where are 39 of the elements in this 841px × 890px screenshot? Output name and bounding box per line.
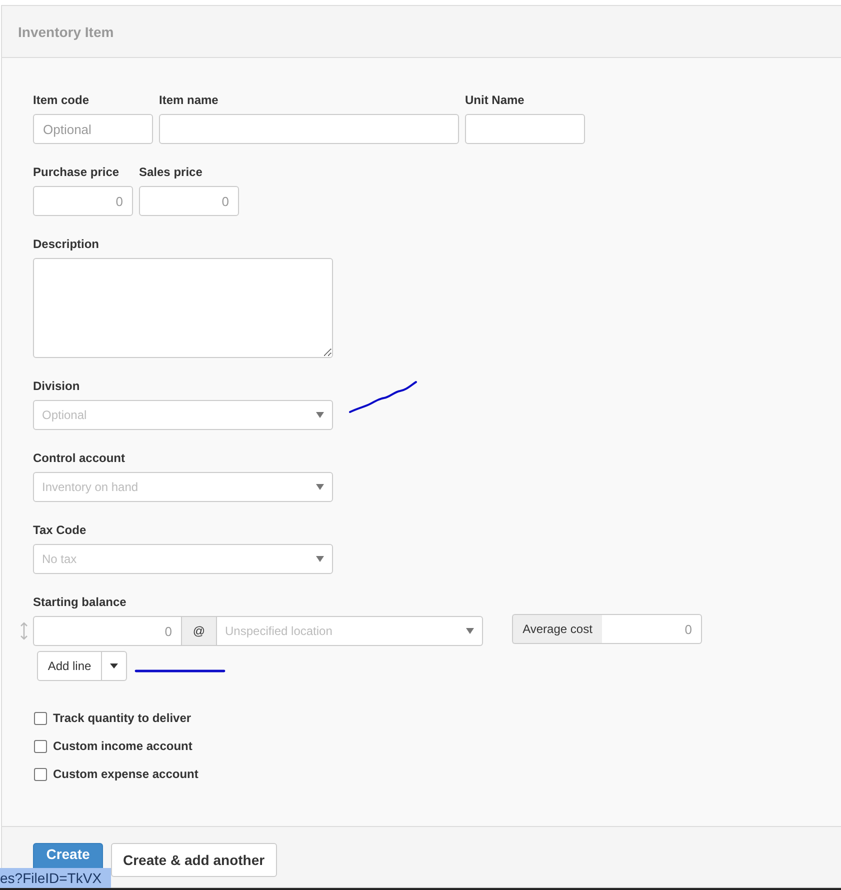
at-addon: @: [181, 616, 217, 646]
create-another-button[interactable]: Create & add another: [111, 843, 277, 877]
field-label: Control account: [33, 450, 126, 466]
checkbox[interactable]: [34, 768, 47, 780]
price-field[interactable]: 0: [33, 186, 133, 216]
caret-down-icon: [110, 663, 118, 669]
dropdown-toggle-button[interactable]: [102, 651, 127, 681]
text-field[interactable]: Optional: [33, 114, 153, 144]
caret-down-icon: [316, 412, 324, 418]
caret-down-icon: [316, 556, 324, 562]
checkbox-label: Custom expense account: [53, 767, 198, 781]
price-field[interactable]: 0: [139, 186, 239, 216]
field-label: Item code: [33, 92, 90, 108]
caret-down-icon: [466, 628, 474, 634]
checkbox-label: Track quantity to deliver: [53, 711, 192, 725]
field-label: Division: [33, 378, 81, 394]
checkbox[interactable]: [34, 712, 47, 724]
dropdown[interactable]: Optional: [33, 400, 333, 430]
dropdown[interactable]: No tax: [33, 544, 333, 574]
field-label: Starting balance: [33, 594, 128, 610]
dropdown[interactable]: Inventory on hand: [33, 472, 333, 502]
add-line-button[interactable]: Add line: [37, 651, 102, 681]
field-label: Sales price: [139, 164, 204, 180]
status-url-tooltip: es?FileID=TkVX: [0, 868, 111, 888]
description-field[interactable]: [33, 258, 333, 358]
text-field[interactable]: [159, 114, 459, 144]
panel-title: Inventory Item: [18, 24, 114, 40]
field-label: Item name: [159, 92, 220, 108]
checkbox[interactable]: [34, 740, 47, 752]
field-label: Tax Code: [33, 522, 88, 538]
location-dropdown[interactable]: Unspecified location: [217, 616, 483, 646]
quantity-field[interactable]: 0: [33, 616, 181, 646]
field-label: Unit Name: [465, 92, 526, 108]
text-field[interactable]: [465, 114, 585, 144]
drag-handle-icon[interactable]: [19, 622, 29, 640]
field-label: Description: [33, 236, 100, 252]
checkbox-label: Custom income account: [53, 739, 192, 753]
caret-down-icon: [316, 484, 324, 490]
field-label: Purchase price: [33, 164, 120, 180]
